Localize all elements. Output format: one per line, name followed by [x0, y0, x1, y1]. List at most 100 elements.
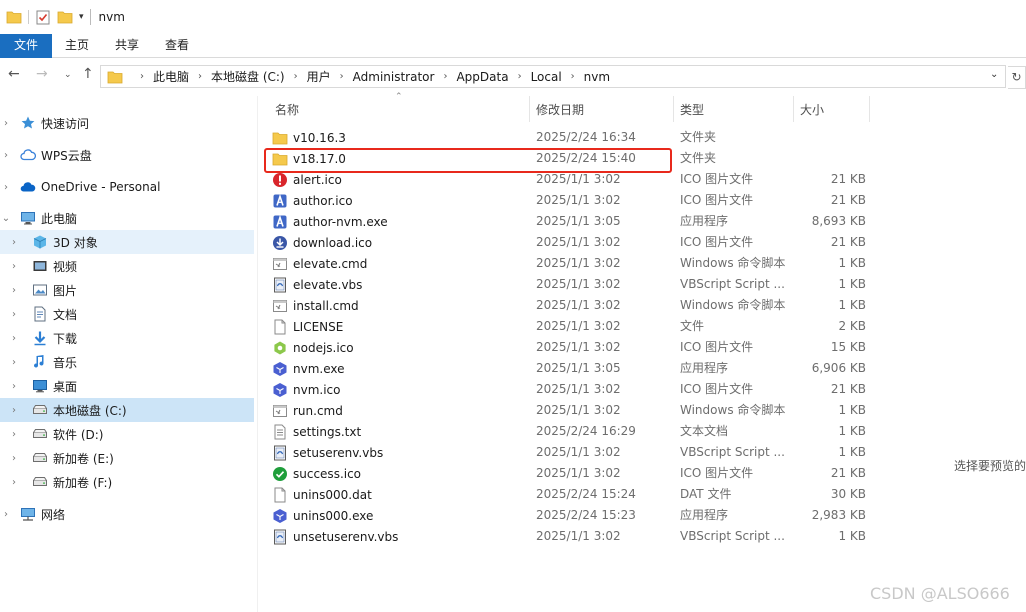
file-row[interactable]: setuserenv.vbs 2025/1/1 3:02 VBScript Scri… [272, 442, 870, 463]
chevron-down-icon[interactable]: ⌄ [0, 213, 12, 224]
chevron-down-icon[interactable]: ▾ [79, 12, 84, 22]
sidebar-item[interactable]: › 本地磁盘 (C:) [0, 398, 254, 422]
file-row[interactable]: success.ico 2025/1/1 3:02 ICO 图片文件 21 KB [272, 463, 870, 484]
properties-icon[interactable] [35, 9, 51, 25]
tab-file[interactable]: 文件 [0, 34, 52, 58]
file-size: 6,906 KB [811, 361, 866, 375]
column-header-date[interactable]: 修改日期 [536, 96, 584, 122]
column-divider[interactable] [529, 96, 530, 122]
column-divider[interactable] [869, 96, 870, 122]
breadcrumb-item[interactable]: › Administrator [331, 70, 435, 84]
file-row[interactable]: v10.16.3 2025/2/24 16:34 文件夹 [272, 127, 870, 148]
address-bar[interactable]: › 此电脑 › 本地磁盘 (C:) › 用户 › Administrator › AppData ›… [100, 65, 1006, 88]
sidebar-item[interactable]: › 软件 (D:) [0, 422, 254, 446]
folder-icon [107, 71, 123, 83]
sidebar-item[interactable]: › 3D 对象 [0, 230, 254, 254]
chevron-right-icon[interactable]: › [8, 357, 20, 368]
chevron-right-icon[interactable]: › [0, 182, 12, 193]
sidebar-item[interactable]: › 新加卷 (F:) [0, 470, 254, 494]
highlight-box [264, 148, 672, 173]
column-divider[interactable] [793, 96, 794, 122]
refresh-icon[interactable]: ↻ [1008, 66, 1026, 89]
address-dropdown-icon[interactable]: ⌄ [990, 69, 998, 80]
breadcrumb-label: 本地磁盘 (C:) [211, 70, 285, 84]
sidebar-item[interactable]: › 音乐 [0, 350, 254, 374]
back-arrow-icon[interactable]: ← [8, 66, 20, 82]
chevron-right-icon[interactable]: › [8, 309, 20, 320]
chevron-right-icon[interactable]: › [8, 405, 20, 416]
chevron-right-icon[interactable]: › [340, 71, 344, 82]
drive-icon [33, 477, 47, 486]
chevron-right-icon[interactable]: › [8, 477, 20, 488]
column-divider[interactable] [673, 96, 674, 122]
chevron-right-icon[interactable]: › [518, 71, 522, 82]
chevron-right-icon[interactable]: › [8, 453, 20, 464]
tab-view[interactable]: 查看 [152, 34, 202, 58]
breadcrumb-item[interactable]: › 本地磁盘 (C:) [189, 68, 285, 85]
file-row[interactable]: nvm.exe 2025/1/1 3:05 应用程序 6,906 KB [272, 358, 870, 379]
column-header-name[interactable]: 名称 [275, 96, 299, 122]
drive-icon [33, 429, 47, 438]
chevron-right-icon[interactable]: › [8, 285, 20, 296]
file-name-cell: unins000.exe [272, 505, 373, 526]
file-row[interactable]: download.ico 2025/1/1 3:02 ICO 图片文件 21 KB [272, 232, 870, 253]
sidebar-item[interactable]: › 新加卷 (E:) [0, 446, 254, 470]
file-row[interactable]: LICENSE 2025/1/1 3:02 文件 2 KB [272, 316, 870, 337]
chevron-right-icon[interactable]: › [443, 71, 447, 82]
breadcrumb-item[interactable]: › 用户 [285, 68, 331, 85]
file-type: Windows 命令脚本 [680, 403, 786, 417]
file-row[interactable]: author.ico 2025/1/1 3:02 ICO 图片文件 21 KB [272, 190, 870, 211]
sidebar-item[interactable]: › 快速访问 [0, 111, 254, 135]
file-row[interactable]: run.cmd 2025/1/1 3:02 Windows 命令脚本 1 KB [272, 400, 870, 421]
tab-home[interactable]: 主页 [52, 34, 102, 58]
file-date: 2025/1/1 3:02 [536, 403, 621, 417]
chevron-right-icon[interactable]: › [571, 71, 575, 82]
nvm-icon [273, 508, 287, 523]
sidebar-item[interactable]: › 下载 [0, 326, 254, 350]
column-header-type[interactable]: 类型 [680, 96, 704, 122]
breadcrumb-item[interactable]: › AppData [434, 70, 508, 84]
breadcrumb-item[interactable]: › 此电脑 [131, 68, 189, 85]
success-icon [273, 466, 287, 481]
file-row[interactable]: elevate.cmd 2025/1/1 3:02 Windows 命令脚本 1 KB [272, 253, 870, 274]
file-row[interactable]: nvm.ico 2025/1/1 3:02 ICO 图片文件 21 KB [272, 379, 870, 400]
breadcrumb-item[interactable]: › nvm [562, 70, 610, 84]
file-row[interactable]: install.cmd 2025/1/1 3:02 Windows 命令脚本 1 KB [272, 295, 870, 316]
tab-share[interactable]: 共享 [102, 34, 152, 58]
file-row[interactable]: author-nvm.exe 2025/1/1 3:05 应用程序 8,693 KB [272, 211, 870, 232]
up-arrow-icon[interactable]: ↑ [82, 66, 94, 82]
sidebar-item[interactable]: › 图片 [0, 278, 254, 302]
sidebar-item[interactable]: › 桌面 [0, 374, 254, 398]
new-folder-icon[interactable] [57, 9, 73, 25]
chevron-right-icon[interactable]: › [8, 429, 20, 440]
chevron-right-icon[interactable]: › [0, 118, 12, 129]
file-row[interactable]: nodejs.ico 2025/1/1 3:02 ICO 图片文件 15 KB [272, 337, 870, 358]
file-row[interactable]: elevate.vbs 2025/1/1 3:02 VBScript Script … [272, 274, 870, 295]
sidebar-item[interactable]: ⌄ 此电脑 [0, 206, 254, 230]
file-row[interactable]: unsetuserenv.vbs 2025/1/1 3:02 VBScript Sc… [272, 526, 870, 547]
chevron-right-icon[interactable]: › [140, 71, 144, 82]
file-row[interactable]: unins000.exe 2025/2/24 15:23 应用程序 2,983 KB [272, 505, 870, 526]
file-date: 2025/1/1 3:02 [536, 277, 621, 291]
file-row[interactable]: unins000.dat 2025/2/24 15:24 DAT 文件 30 KB [272, 484, 870, 505]
sidebar-item-label: 快速访问 [41, 116, 90, 131]
sidebar-item[interactable]: › 视频 [0, 254, 254, 278]
forward-arrow-icon[interactable]: → [36, 66, 48, 82]
chevron-right-icon[interactable]: › [8, 237, 20, 248]
music-icon [34, 355, 44, 368]
chevron-right-icon[interactable]: › [0, 509, 12, 520]
sidebar-item[interactable]: › 网络 [0, 502, 254, 526]
chevron-right-icon[interactable]: › [8, 261, 20, 272]
chevron-right-icon[interactable]: › [198, 71, 202, 82]
file-row[interactable]: settings.txt 2025/2/24 16:29 文本文档 1 KB [272, 421, 870, 442]
chevron-right-icon[interactable]: › [0, 150, 12, 161]
breadcrumb-item[interactable]: › Local [509, 70, 562, 84]
chevron-right-icon[interactable]: › [8, 381, 20, 392]
column-header-size[interactable]: 大小 [800, 96, 824, 122]
chevron-right-icon[interactable]: › [294, 71, 298, 82]
sidebar-item[interactable]: › OneDrive - Personal [0, 175, 254, 199]
sidebar-item[interactable]: › WPS云盘 [0, 143, 254, 167]
sidebar-item[interactable]: › 文档 [0, 302, 254, 326]
chevron-right-icon[interactable]: › [8, 333, 20, 344]
recent-locations-icon[interactable]: ⌄ [64, 70, 72, 80]
